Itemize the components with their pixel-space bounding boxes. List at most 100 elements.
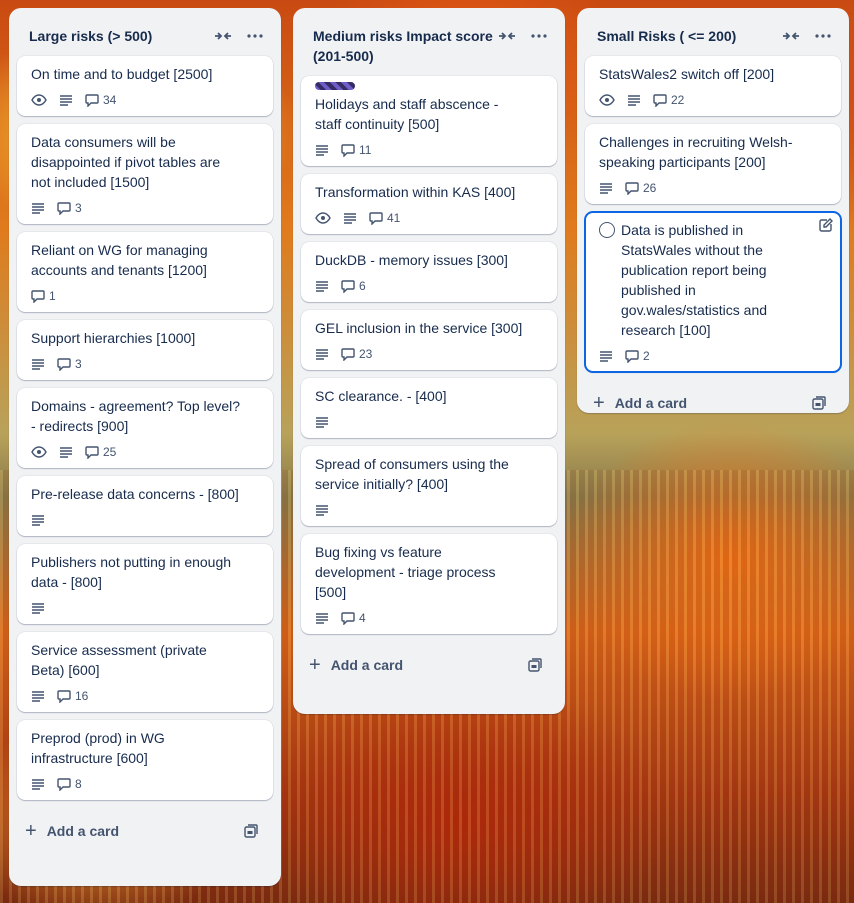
card[interactable]: Spread of consumers using the service in… [301, 446, 557, 526]
card[interactable]: Service assessment (private Beta) [600] … [17, 632, 273, 712]
description-icon [31, 202, 45, 214]
comment-count: 16 [75, 689, 89, 703]
list-header: Medium risks Impact score (201-500) [301, 16, 557, 76]
card-title: Data is published in StatsWales without … [621, 222, 768, 338]
card-title: SC clearance. - [400] [315, 388, 447, 404]
comments-badge: 1 [31, 289, 56, 303]
list-menu-icon[interactable] [241, 22, 269, 50]
card[interactable]: DuckDB - memory issues [300] 6 [301, 242, 557, 302]
description-icon [599, 182, 613, 194]
comment-count: 3 [75, 357, 82, 371]
card-title: Service assessment (private Beta) [600] [31, 642, 207, 678]
description-icon [31, 690, 45, 702]
card[interactable]: Challenges in recruiting Welsh-speaking … [585, 124, 841, 204]
description-icon [315, 612, 329, 624]
collapse-list-icon[interactable] [777, 22, 805, 50]
list-menu-icon[interactable] [525, 22, 553, 50]
card-title: StatsWales2 switch off [200] [599, 66, 775, 82]
card-title: Publishers not putting in enough data - … [31, 554, 232, 590]
comments-badge: 16 [57, 689, 88, 703]
eye-icon [315, 212, 331, 224]
card[interactable]: Domains - agreement? Top level? - redire… [17, 388, 273, 468]
list-title[interactable]: Medium risks Impact score (201-500) [313, 22, 493, 66]
comments-badge: 25 [85, 445, 116, 459]
card-title: Preprod (prod) in WG infrastructure [600… [31, 730, 165, 766]
eye-icon [599, 94, 615, 106]
description-icon [599, 350, 613, 362]
description-icon [627, 94, 641, 106]
card-title: Holidays and staff abscence - staff cont… [315, 96, 499, 132]
plus-icon: + [593, 392, 605, 414]
description-icon [315, 144, 329, 156]
add-card-row: + Add a card [17, 808, 273, 856]
card[interactable]: StatsWales2 switch off [200] 22 [585, 56, 841, 116]
description-icon [59, 446, 73, 458]
comment-count: 34 [103, 93, 117, 107]
list-header: Large risks (> 500) [17, 16, 273, 56]
comments-badge: 22 [653, 93, 684, 107]
board: Large risks (> 500) On time and to budge… [0, 0, 854, 903]
card-title: Reliant on WG for managing accounts and … [31, 242, 208, 278]
card[interactable]: Reliant on WG for managing accounts and … [17, 232, 273, 312]
add-card-label: Add a card [46, 823, 120, 839]
complete-checkbox[interactable] [599, 222, 615, 238]
comments-badge: 8 [57, 777, 82, 791]
card-title: DuckDB - memory issues [300] [315, 252, 508, 268]
add-card-button[interactable]: + Add a card [593, 393, 687, 413]
description-icon [31, 602, 45, 614]
card[interactable]: Support hierarchies [1000] 3 [17, 320, 273, 380]
list-medium-risks: Medium risks Impact score (201-500) Holi… [293, 8, 565, 714]
card-title: Pre-release data concerns - [800] [31, 486, 239, 502]
edit-card-icon[interactable] [819, 218, 833, 232]
card[interactable]: GEL inclusion in the service [300] 23 [301, 310, 557, 370]
card[interactable]: Data consumers will be disappointed if p… [17, 124, 273, 224]
card-label-striped[interactable] [315, 82, 355, 90]
comments-badge: 11 [341, 143, 371, 157]
card[interactable]: Holidays and staff abscence - staff cont… [301, 76, 557, 166]
description-icon [315, 416, 329, 428]
description-icon [315, 280, 329, 292]
add-card-row: + Add a card [585, 380, 841, 428]
comments-badge: 26 [625, 181, 656, 195]
comment-count: 8 [75, 777, 82, 791]
add-card-label: Add a card [330, 657, 404, 673]
description-icon [31, 514, 45, 526]
add-card-button[interactable]: + Add a card [25, 821, 119, 841]
card[interactable]: Publishers not putting in enough data - … [17, 544, 273, 624]
comment-count: 41 [387, 211, 401, 225]
card[interactable]: Preprod (prod) in WG infrastructure [600… [17, 720, 273, 800]
comment-count: 4 [359, 611, 366, 625]
card[interactable]: SC clearance. - [400] [301, 378, 557, 438]
card[interactable]: Pre-release data concerns - [800] [17, 476, 273, 536]
comment-count: 25 [103, 445, 117, 459]
card[interactable]: On time and to budget [2500] 34 [17, 56, 273, 116]
create-from-template-icon[interactable] [521, 651, 549, 679]
collapse-list-icon[interactable] [493, 22, 521, 50]
comments-badge: 4 [341, 611, 366, 625]
list-title[interactable]: Small Risks ( <= 200) [597, 22, 777, 46]
card-title: On time and to budget [2500] [31, 66, 213, 82]
description-icon [31, 358, 45, 370]
card-selected[interactable]: Data is published in StatsWales without … [584, 211, 842, 373]
comment-count: 6 [359, 279, 366, 293]
create-from-template-icon[interactable] [237, 817, 265, 845]
add-card-button[interactable]: + Add a card [309, 655, 403, 675]
create-from-template-icon[interactable] [805, 389, 833, 417]
list-header: Small Risks ( <= 200) [585, 16, 841, 56]
list-menu-icon[interactable] [809, 22, 837, 50]
description-icon [315, 504, 329, 516]
comments-badge: 23 [341, 347, 372, 361]
comment-count: 2 [643, 349, 650, 363]
card-title: Support hierarchies [1000] [31, 330, 196, 346]
plus-icon: + [25, 820, 37, 842]
add-card-row: + Add a card [301, 642, 557, 690]
card[interactable]: Bug fixing vs feature development - tria… [301, 534, 557, 634]
card-title: Data consumers will be disappointed if p… [31, 134, 221, 190]
collapse-list-icon[interactable] [209, 22, 237, 50]
list-small-risks: Small Risks ( <= 200) StatsWales2 switch… [577, 8, 849, 413]
comments-badge: 41 [369, 211, 400, 225]
card[interactable]: Transformation within KAS [400] 41 [301, 174, 557, 234]
card-title: Transformation within KAS [400] [315, 184, 516, 200]
list-title[interactable]: Large risks (> 500) [29, 22, 209, 46]
comment-count: 26 [643, 181, 657, 195]
